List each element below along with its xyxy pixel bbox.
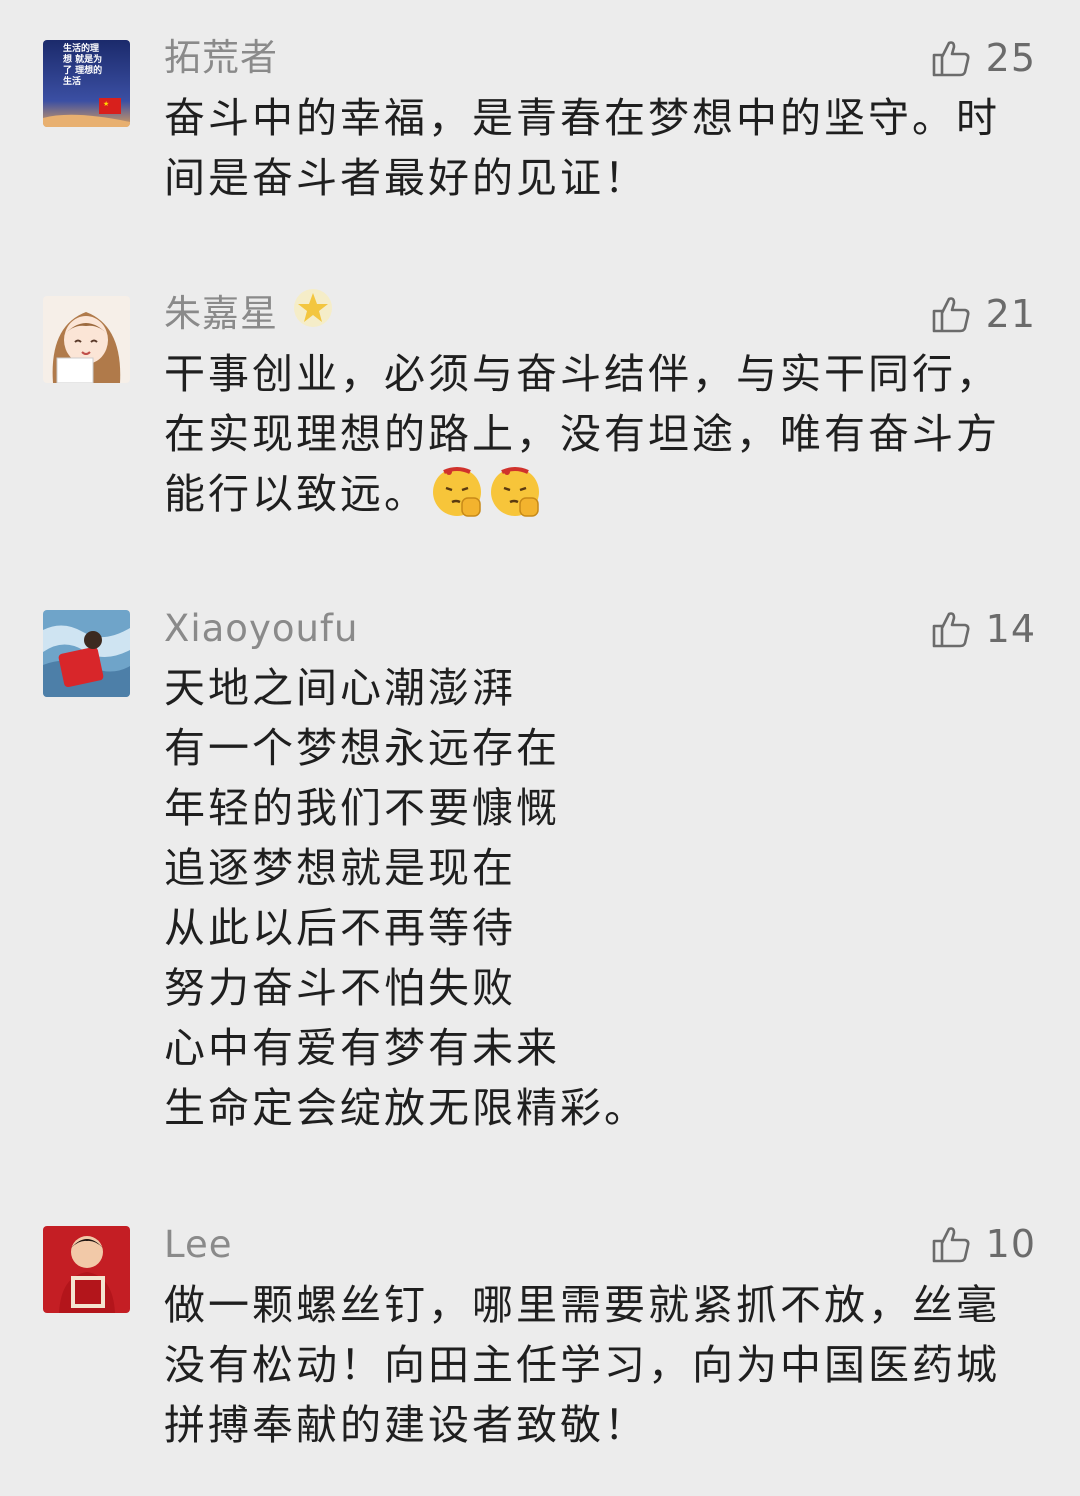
like-count: 21 — [985, 292, 1036, 336]
comment-line: 追逐梦想就是现在 — [164, 844, 516, 892]
like-button[interactable]: 25 — [930, 36, 1036, 80]
comment-text: 做一颗螺丝钉，哪里需要就紧抓不放，丝毫 没有松动！向田主任学习，向为中国医药城 … — [164, 1275, 1024, 1455]
comment-line: 从此以后不再等待 — [164, 904, 516, 952]
like-button[interactable]: 10 — [930, 1222, 1036, 1266]
comment-line: 干事创业，必须与奋斗结伴，与实干同行， — [164, 350, 1000, 398]
like-count: 25 — [985, 36, 1036, 80]
comment-line: 天地之间心潮澎湃 — [164, 664, 516, 712]
comment-text: 干事创业，必须与奋斗结伴，与实干同行， 在实现理想的路上，没有坦途，唯有奋斗方 … — [164, 344, 1024, 524]
comment-line: 在实现理想的路上，没有坦途，唯有奋斗方 — [164, 410, 1000, 458]
comment-text: 天地之间心潮澎湃 有一个梦想永远存在 年轻的我们不要慷慨 追逐梦想就是现在 从此… — [164, 658, 1024, 1138]
thumbs-up-icon — [930, 608, 972, 650]
like-button[interactable]: 14 — [930, 607, 1036, 651]
comment-line: 做一颗螺丝钉，哪里需要就紧抓不放，丝毫 — [164, 1281, 1000, 1329]
fist-emoji-icon — [488, 464, 544, 520]
comment-line: 间是奋斗者最好的见证！ — [164, 154, 648, 202]
nickname[interactable]: 朱嘉星 — [164, 288, 334, 339]
svg-text:★: ★ — [103, 100, 109, 108]
star-badge-icon — [292, 287, 334, 339]
avatar[interactable] — [43, 296, 130, 383]
comment-line: 努力奋斗不怕失败 — [164, 964, 516, 1012]
comment-line: 能行以致远。 — [164, 464, 1024, 524]
avatar-slogan: 生活的理想 就是为了 理想的生活 — [63, 44, 103, 87]
avatar[interactable]: ★ 生活的理想 就是为了 理想的生活 — [43, 40, 130, 127]
comment-line-text: 能行以致远。 — [164, 470, 428, 518]
nickname[interactable]: Xiaoyoufu — [164, 607, 358, 651]
nickname-text: 朱嘉星 — [164, 292, 278, 335]
thumbs-up-icon — [930, 37, 972, 79]
comment-line: 年轻的我们不要慷慨 — [164, 784, 560, 832]
like-count: 10 — [985, 1222, 1036, 1266]
nickname[interactable]: 拓荒者 — [164, 36, 278, 80]
thumbs-up-icon — [930, 1223, 972, 1265]
comment-line: 有一个梦想永远存在 — [164, 724, 560, 772]
fist-emoji-icon — [430, 464, 486, 520]
nickname[interactable]: Lee — [164, 1223, 233, 1267]
avatar[interactable] — [43, 1226, 130, 1313]
avatar[interactable] — [43, 610, 130, 697]
comment-text: 奋斗中的幸福，是青春在梦想中的坚守。时 间是奋斗者最好的见证！ — [164, 88, 1024, 208]
comment-line: 奋斗中的幸福，是青春在梦想中的坚守。时 — [164, 94, 1000, 142]
like-count: 14 — [985, 607, 1036, 651]
like-button[interactable]: 21 — [930, 292, 1036, 336]
comment-line: 生命定会绽放无限精彩。 — [164, 1084, 648, 1132]
thumbs-up-icon — [930, 293, 972, 335]
comment-line: 没有松动！向田主任学习，向为中国医药城 — [164, 1341, 1000, 1389]
comment-line: 拼搏奉献的建设者致敬！ — [164, 1401, 648, 1449]
comment-line: 心中有爱有梦有未来 — [164, 1024, 560, 1072]
